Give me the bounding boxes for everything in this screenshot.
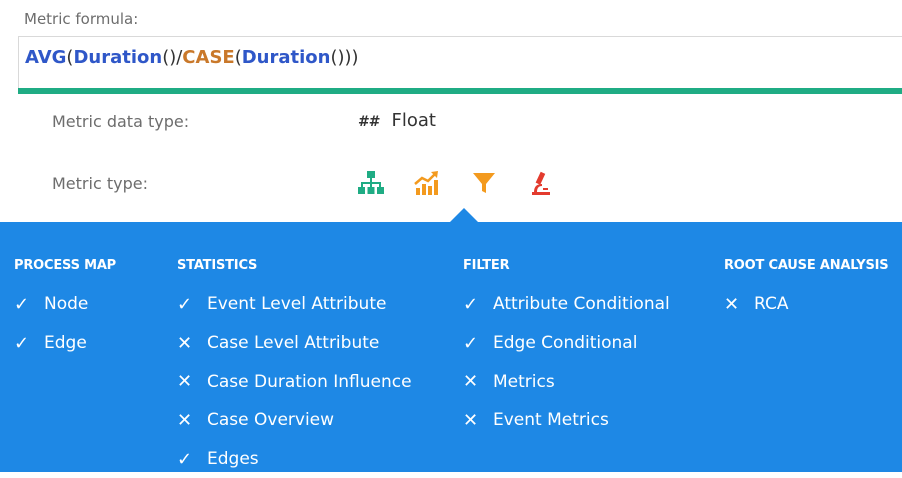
column-heading: PROCESS MAP (14, 258, 117, 273)
column-filter: FILTER ✓ Attribute Conditional ✓ Edge Condit… (463, 258, 670, 440)
formula-token: ()/ (162, 47, 183, 68)
usage-item[interactable]: ✕ Case Duration Influence (177, 362, 412, 401)
column-heading: FILTER (463, 258, 510, 273)
check-icon: ✓ (14, 293, 30, 315)
cross-icon: ✕ (724, 293, 740, 315)
usage-item[interactable]: ✓ Edges (177, 440, 412, 478)
usage-item-label: Node (44, 294, 89, 315)
usage-item-label: Case Level Attribute (207, 333, 380, 354)
usage-item[interactable]: ✕ Metrics (463, 362, 670, 401)
usage-item[interactable]: ✓ Node (14, 285, 116, 324)
column-heading: ROOT CAUSE ANALYSIS (724, 258, 889, 273)
usage-item-label: Edge (44, 333, 87, 354)
metric-formula-label: Metric formula: (24, 10, 139, 28)
usage-item-label: Case Overview (207, 410, 335, 431)
formula-token: Duration (241, 47, 331, 68)
usage-item-label: Event Metrics (493, 410, 609, 431)
usage-item[interactable]: ✓ Edge Conditional (463, 324, 670, 363)
root-cause-analysis-icon[interactable] (528, 170, 554, 198)
usage-item[interactable]: ✕ Event Metrics (463, 401, 670, 440)
formula-underline (18, 88, 902, 94)
metric-type-label: Metric type: (52, 174, 148, 193)
cross-icon: ✕ (177, 332, 193, 354)
usage-item[interactable]: ✓ Event Level Attribute (177, 285, 412, 324)
cross-icon: ✕ (177, 409, 193, 431)
check-icon: ✓ (463, 332, 479, 354)
process-map-icon[interactable] (358, 170, 384, 198)
data-type-value: Float (391, 110, 436, 131)
usage-item-label: RCA (754, 294, 789, 315)
statistics-icon[interactable] (414, 170, 440, 198)
column-process-map: PROCESS MAP ✓ Node ✓ Edge (14, 258, 116, 362)
column-statistics: STATISTICS ✓ Event Level Attribute ✕ Case Le… (177, 258, 412, 478)
number-format-icon: ## (358, 114, 380, 130)
cross-icon: ✕ (463, 409, 479, 431)
formula-token: ( (234, 47, 242, 68)
usage-item-label: Case Duration Influence (207, 371, 412, 392)
usage-item[interactable]: ✓ Edge (14, 324, 116, 363)
formula-text[interactable]: AVG(Duration()/CASE(Duration())) (25, 47, 359, 68)
metric-data-type-value: ## Float (358, 110, 436, 131)
usage-item[interactable]: ✕ Case Level Attribute (177, 324, 412, 363)
check-icon: ✓ (177, 293, 193, 315)
check-icon: ✓ (14, 332, 30, 354)
usage-item-label: Metrics (493, 371, 555, 392)
formula-token: AVG (25, 47, 67, 68)
cross-icon: ✕ (463, 371, 479, 393)
metric-data-type-label: Metric data type: (52, 112, 190, 131)
usage-item-label: Attribute Conditional (493, 294, 670, 315)
usage-item-label: Edges (207, 449, 259, 470)
filter-icon[interactable] (471, 170, 497, 198)
usage-item[interactable]: ✕ RCA (724, 285, 888, 324)
formula-token: Duration (73, 47, 163, 68)
usage-item-label: Edge Conditional (493, 333, 638, 354)
check-icon: ✓ (463, 293, 479, 315)
formula-token: CASE (182, 47, 235, 68)
column-root-cause-analysis: ROOT CAUSE ANALYSIS ✕ RCA (724, 258, 889, 324)
selected-type-pointer (450, 208, 478, 222)
usage-item[interactable]: ✓ Attribute Conditional (463, 285, 670, 324)
cross-icon: ✕ (177, 371, 193, 393)
usage-item-label: Event Level Attribute (207, 294, 387, 315)
column-heading: STATISTICS (177, 258, 258, 273)
formula-token: ())) (330, 47, 359, 68)
formula-editor[interactable]: AVG(Duration()/CASE(Duration())) (18, 36, 902, 92)
usage-item[interactable]: ✕ Case Overview (177, 401, 412, 440)
check-icon: ✓ (177, 448, 193, 470)
